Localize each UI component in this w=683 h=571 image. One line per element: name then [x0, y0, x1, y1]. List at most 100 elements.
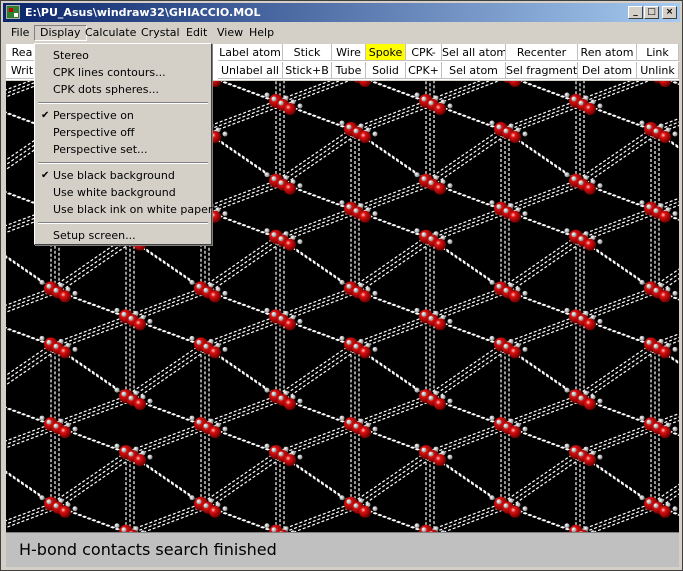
- unlabel-all-button[interactable]: Unlabel all: [218, 62, 283, 79]
- menu-item-perspective-set[interactable]: Perspective set...: [37, 141, 209, 158]
- hydrogen-atom: [271, 391, 277, 397]
- hydrogen-atom: [189, 495, 195, 501]
- window-title: E:\PU_Asus\windraw32\GHIACCIO.MOL: [25, 6, 261, 19]
- hydrogen-atom: [503, 208, 509, 214]
- select-atom-button[interactable]: Sel atom: [442, 62, 506, 79]
- label-atom-button[interactable]: Label atom: [218, 44, 283, 61]
- menu-crystal[interactable]: Crystal: [136, 25, 185, 41]
- oxygen-atom: [434, 238, 446, 251]
- hydrogen-atom: [346, 124, 352, 130]
- oxygen-atom: [509, 210, 521, 223]
- app-icon[interactable]: [6, 5, 20, 19]
- hydrogen-bond: [208, 319, 285, 349]
- hydrogen-atom: [414, 228, 420, 234]
- solid-button[interactable]: Solid: [366, 62, 406, 79]
- oxygen-atom: [659, 81, 671, 87]
- hydrogen-atom: [646, 283, 652, 289]
- oxygen-atom: [284, 103, 296, 115]
- title-bar[interactable]: E:\PU_Asus\windraw32\GHIACCIO.MOL _ □ ×: [3, 3, 680, 22]
- spoke-button[interactable]: Spoke: [366, 44, 406, 61]
- cpk-plus-button[interactable]: CPK+: [406, 62, 442, 79]
- oxygen-atom: [584, 398, 596, 411]
- menu-item-perspective-on[interactable]: ✔ Perspective on: [37, 107, 209, 124]
- cpk-minus-button[interactable]: CPK-: [406, 44, 442, 61]
- hydrogen-bond: [279, 130, 356, 184]
- oxygen-atom: [584, 103, 596, 115]
- oxygen-atom: [659, 426, 671, 439]
- hydrogen-atom: [414, 443, 420, 449]
- rename-atom-button[interactable]: Ren atom: [578, 44, 637, 61]
- hydrogen-atom: [297, 239, 303, 245]
- hydrogen-bond: [583, 212, 660, 242]
- hydrogen-bond: [283, 427, 360, 457]
- minimize-button[interactable]: _: [628, 6, 643, 19]
- maximize-button[interactable]: □: [644, 6, 659, 19]
- hydrogen-atom: [522, 290, 528, 296]
- oxygen-atom: [359, 81, 371, 87]
- menu-item-stereo[interactable]: Stereo: [37, 47, 209, 64]
- oxygen-atom: [59, 505, 71, 518]
- checkmark-icon: ✔: [41, 110, 50, 121]
- oxygen-atom: [659, 131, 671, 143]
- hydrogen-atom: [196, 419, 202, 425]
- menu-item-cpk-dots-spheres[interactable]: CPK dots spheres...: [37, 81, 209, 98]
- oxygen-atom: [59, 346, 71, 359]
- menu-item-black-ink-white-paper[interactable]: Use black ink on white paper: [37, 201, 212, 218]
- menu-help[interactable]: Help: [244, 25, 279, 41]
- hydrogen-atom: [46, 419, 52, 425]
- hydrogen-atom: [271, 311, 277, 317]
- hydrogen-atom: [522, 131, 528, 137]
- hydrogen-atom: [278, 100, 284, 106]
- menu-edit[interactable]: Edit: [181, 25, 212, 41]
- menu-item-cpk-lines-contours[interactable]: CPK lines contours...: [37, 64, 209, 81]
- hydrogen-atom: [503, 128, 509, 134]
- hydrogen-atom: [639, 120, 645, 126]
- menu-item-white-background[interactable]: Use white background: [37, 184, 209, 201]
- hydrogen-atom: [203, 287, 209, 293]
- oxygen-atom: [434, 318, 446, 331]
- delete-atom-button[interactable]: Del atom: [578, 62, 637, 79]
- hydrogen-atom: [46, 283, 52, 289]
- oxygen-atom: [209, 505, 221, 518]
- link-button[interactable]: Link: [637, 44, 679, 61]
- oxygen-atom: [659, 210, 671, 223]
- hydrogen-atom: [672, 346, 678, 352]
- menu-item-perspective-off[interactable]: Perspective off: [37, 124, 209, 141]
- hydrogen-bond: [6, 287, 52, 306]
- checkmark-icon: ✔: [41, 170, 50, 181]
- hydrogen-atom: [128, 451, 134, 457]
- hydrogen-atom: [346, 499, 352, 505]
- menu-item-setup-screen[interactable]: Setup screen...: [37, 227, 209, 244]
- hydrogen-bond: [204, 238, 281, 291]
- hydrogen-bond: [354, 453, 431, 507]
- tube-button[interactable]: Tube: [332, 62, 366, 79]
- menu-display[interactable]: Display: [34, 25, 87, 41]
- select-fragment-button[interactable]: Sel fragment: [506, 62, 578, 79]
- wire-button[interactable]: Wire: [332, 44, 366, 61]
- hydrogen-bond: [54, 397, 131, 427]
- oxygen-atom: [359, 505, 371, 518]
- menu-view[interactable]: View: [212, 25, 248, 41]
- hydrogen-atom: [278, 395, 284, 401]
- hydrogen-atom: [489, 495, 495, 501]
- hydrogen-atom: [222, 290, 228, 296]
- hydrogen-bond: [508, 104, 585, 134]
- select-all-atom-button[interactable]: Sel all atom: [442, 44, 506, 61]
- hydrogen-bond: [283, 291, 360, 321]
- menu-file[interactable]: File: [6, 25, 34, 41]
- close-button[interactable]: ×: [662, 6, 677, 19]
- hydrogen-atom: [564, 92, 570, 98]
- hydrogen-atom: [496, 283, 502, 289]
- app-window: E:\PU_Asus\windraw32\GHIACCIO.MOL _ □ × …: [0, 0, 683, 571]
- unlink-button[interactable]: Unlink: [637, 62, 679, 79]
- menu-calculate[interactable]: Calculate: [80, 25, 141, 41]
- hydrogen-atom: [346, 204, 352, 210]
- hydrogen-atom: [353, 423, 359, 429]
- menu-item-black-background[interactable]: ✔ Use black background: [37, 167, 209, 184]
- recenter-button[interactable]: Recenter: [506, 44, 578, 61]
- stick-b-button[interactable]: Stick+B: [283, 62, 332, 79]
- hydrogen-atom: [297, 318, 303, 324]
- oxygen-atom: [659, 505, 671, 518]
- hydrogen-bond: [58, 399, 135, 429]
- stick-button[interactable]: Stick: [283, 44, 332, 61]
